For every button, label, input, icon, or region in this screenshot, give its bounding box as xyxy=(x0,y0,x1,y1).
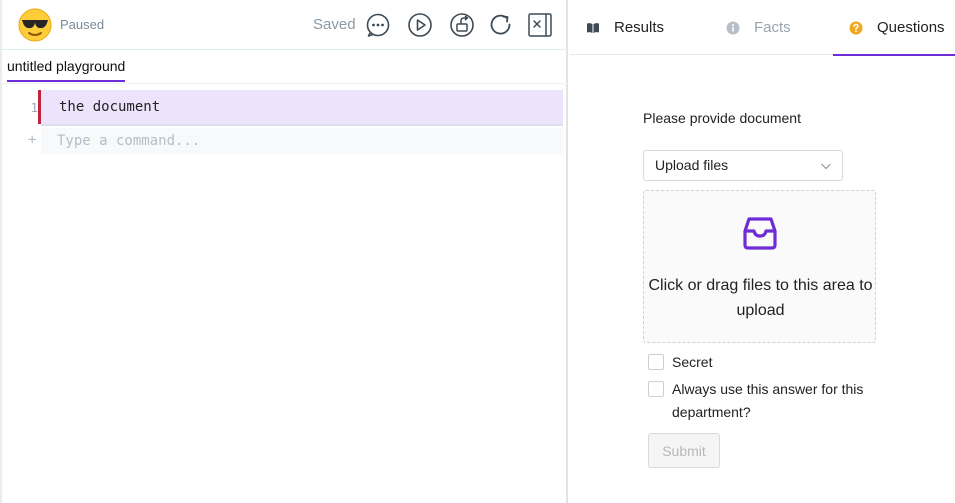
tab-facts-label: Facts xyxy=(754,19,791,36)
always-use-option[interactable]: Always use this answer for this departme… xyxy=(648,378,868,424)
submit-button[interactable]: Submit xyxy=(648,433,720,468)
refresh-icon[interactable] xyxy=(488,12,514,38)
book-open-icon xyxy=(587,22,599,33)
tab-facts[interactable]: Facts xyxy=(726,0,791,55)
line-number: 1 xyxy=(30,101,38,115)
tab-results-label: Results xyxy=(614,19,665,36)
sunglasses-emoji-avatar xyxy=(18,8,52,42)
secret-option[interactable]: Secret xyxy=(648,351,712,374)
play-icon[interactable] xyxy=(407,12,433,38)
answer-type-select[interactable]: Upload files xyxy=(643,150,843,181)
info-icon xyxy=(726,21,740,34)
tab-results[interactable]: Results xyxy=(586,0,664,55)
command-row: + xyxy=(2,128,568,154)
side-panel-tabs: Results Facts Questions xyxy=(570,0,955,56)
editor-pane: Paused Saved untitled playground 1 the d… xyxy=(0,0,568,503)
run-status: Paused xyxy=(60,17,105,32)
document-tab[interactable]: untitled playground xyxy=(7,58,126,82)
share-icon[interactable] xyxy=(449,12,475,38)
comment-dots-icon[interactable] xyxy=(365,12,391,38)
tab-questions[interactable]: Questions xyxy=(833,0,955,56)
question-prompt: Please provide document xyxy=(643,110,801,126)
document-tabs: untitled playground xyxy=(2,50,568,84)
close-panel-icon[interactable] xyxy=(527,12,553,38)
question-icon xyxy=(849,21,863,34)
answer-type-value: Upload files xyxy=(655,157,729,173)
editor-toolbar: Paused Saved xyxy=(2,0,568,50)
always-use-label: Always use this answer for this departme… xyxy=(672,381,864,420)
secret-label: Secret xyxy=(672,354,713,370)
saved-indicator: Saved xyxy=(313,16,356,33)
tab-questions-label: Questions xyxy=(877,19,945,36)
dropzone-text: Click or drag files to this area to uplo… xyxy=(648,277,873,319)
always-use-checkbox[interactable] xyxy=(648,381,664,397)
add-line-marker: + xyxy=(28,132,37,148)
chevron-down-icon xyxy=(821,163,831,170)
file-dropzone[interactable]: Click or drag files to this area to uplo… xyxy=(643,190,876,343)
command-input[interactable] xyxy=(41,128,563,154)
editor-line[interactable]: 1 the document xyxy=(2,90,568,126)
inbox-icon xyxy=(743,217,777,250)
line-text[interactable]: the document xyxy=(59,99,160,115)
secret-checkbox[interactable] xyxy=(648,354,664,370)
side-panel: Results Facts Questions Please provide d… xyxy=(570,0,955,503)
